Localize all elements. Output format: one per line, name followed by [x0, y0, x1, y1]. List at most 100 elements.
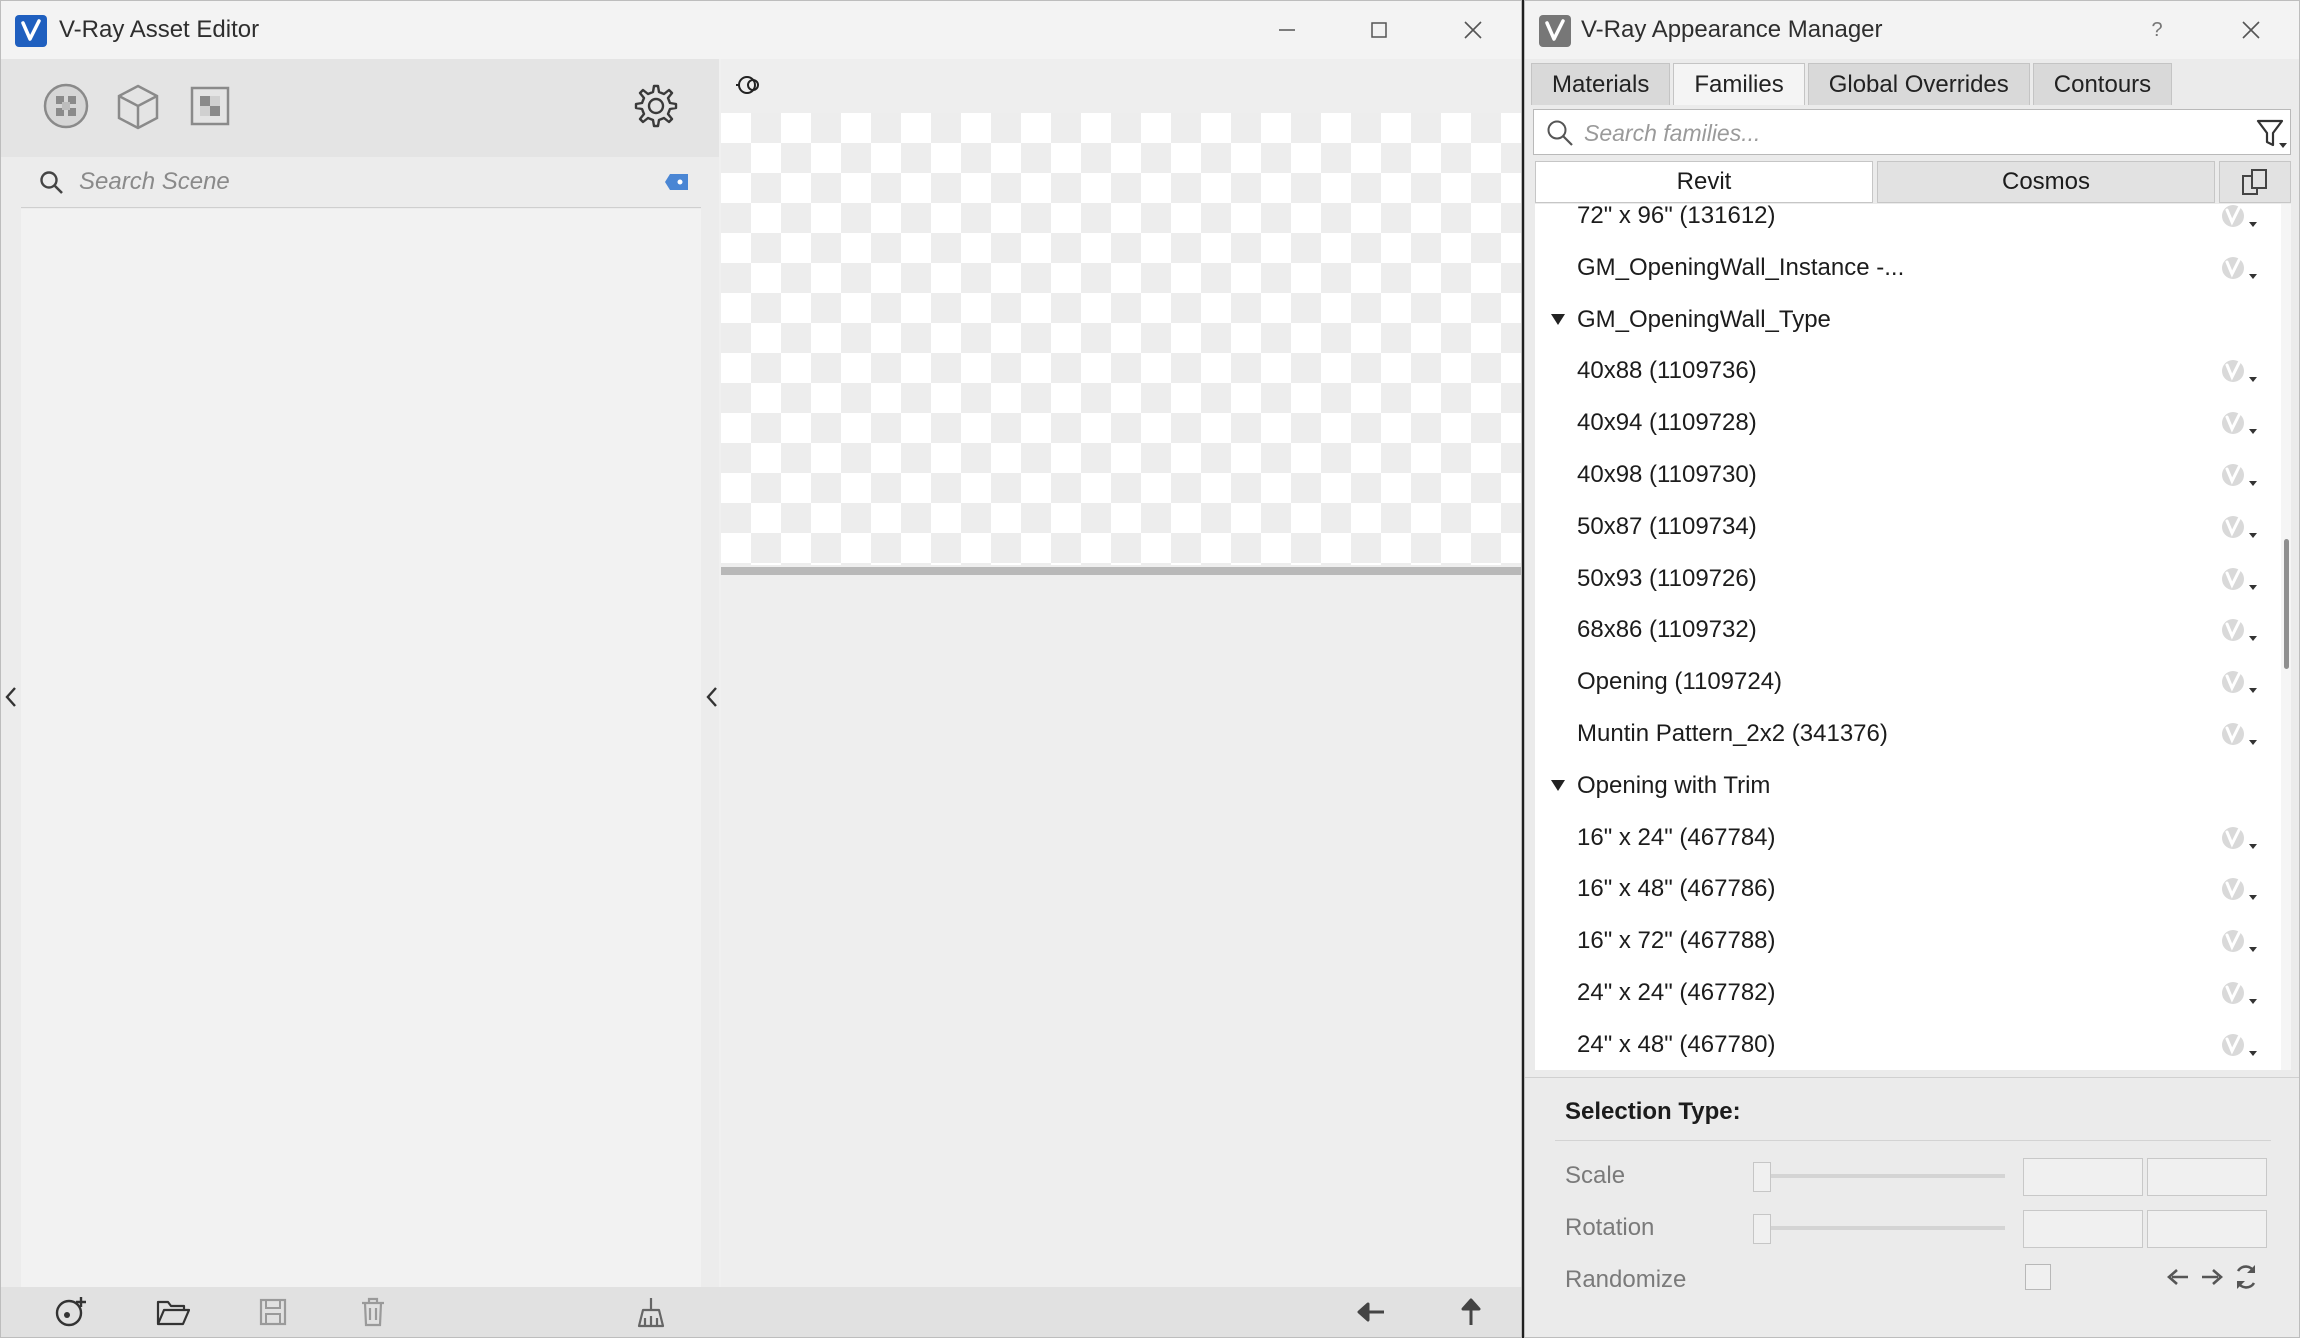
tab-materials[interactable]: Materials	[1531, 63, 1671, 105]
asset-editor-title: V-Ray Asset Editor	[59, 16, 260, 43]
textures-icon[interactable]	[183, 79, 237, 133]
close-button[interactable]	[1453, 11, 1493, 49]
save-icon[interactable]	[255, 1295, 291, 1329]
materials-sphere-icon[interactable]	[39, 79, 93, 133]
tree-item-row[interactable]: 50x93 (1109726)	[1535, 555, 2281, 603]
preview-render-icon[interactable]	[735, 71, 763, 99]
minimize-button[interactable]	[1267, 11, 1307, 49]
families-search-input[interactable]: Search families...	[1533, 109, 2291, 155]
vray-material-dropdown-icon[interactable]	[2219, 668, 2259, 698]
asset-editor-titlebar[interactable]: V-Ray Asset Editor	[1, 1, 1521, 59]
asset-category-toolbar	[1, 59, 719, 157]
open-folder-icon[interactable]	[155, 1295, 191, 1329]
scale-label: Scale	[1565, 1162, 1626, 1189]
filter-funnel-icon[interactable]	[2256, 118, 2290, 150]
vray-material-dropdown-icon[interactable]	[2219, 409, 2259, 439]
vray-material-dropdown-icon[interactable]	[2219, 254, 2259, 284]
tree-item-label: 50x87 (1109734)	[1577, 513, 1757, 540]
create-asset-icon[interactable]	[53, 1295, 89, 1329]
rotation-min-input[interactable]	[2023, 1210, 2143, 1248]
appearance-manager-titlebar[interactable]: V-Ray Appearance Manager ?	[1525, 1, 2299, 59]
tree-group-row[interactable]: Opening with Trim	[1535, 762, 2281, 810]
subtab-cosmos[interactable]: Cosmos	[1877, 161, 2215, 203]
tree-item-row[interactable]: GM_OpeningWall_Instance -...	[1535, 244, 2281, 292]
scale-max-input[interactable]	[2147, 1158, 2267, 1196]
selection-type-title: Selection Type:	[1565, 1098, 1741, 1125]
vray-material-dropdown-icon[interactable]	[2219, 824, 2259, 854]
tree-group-row[interactable]: GM_OpeningWall_Type	[1535, 296, 2281, 344]
tree-item-label: 72" x 96" (131612)	[1577, 204, 1776, 229]
rotation-slider-thumb[interactable]	[1753, 1214, 1771, 1244]
search-scene-placeholder: Search Scene	[79, 168, 230, 195]
previous-arrow-icon[interactable]	[2163, 1262, 2193, 1292]
refresh-icon[interactable]	[2231, 1262, 2261, 1292]
delete-trash-icon[interactable]	[355, 1295, 391, 1329]
tree-item-label: 16" x 48" (467786)	[1577, 875, 1776, 902]
vray-material-dropdown-icon[interactable]	[2219, 927, 2259, 957]
tab-families[interactable]: Families	[1673, 63, 1805, 105]
families-tree[interactable]: 72" x 96" (131612) GM_OpeningWall_Instanc…	[1535, 204, 2281, 1070]
tree-item-label: 40x88 (1109736)	[1577, 357, 1757, 384]
tag-filter-icon[interactable]	[664, 173, 690, 191]
purge-broom-icon[interactable]	[633, 1295, 669, 1329]
vray-material-dropdown-icon[interactable]	[2219, 461, 2259, 491]
vray-material-dropdown-icon[interactable]	[2219, 1031, 2259, 1061]
tree-item-label: 68x86 (1109732)	[1577, 616, 1757, 643]
scale-min-input[interactable]	[2023, 1158, 2143, 1196]
vray-material-dropdown-icon[interactable]	[2219, 616, 2259, 646]
families-search-placeholder: Search families...	[1584, 120, 1761, 146]
tab-contours[interactable]: Contours	[2032, 63, 2173, 105]
scale-slider-thumb[interactable]	[1753, 1162, 1771, 1192]
tree-item-row[interactable]: 40x98 (1109730)	[1535, 451, 2281, 499]
vray-material-dropdown-icon[interactable]	[2219, 720, 2259, 750]
tree-item-row[interactable]: 72" x 96" (131612)	[1535, 204, 2281, 240]
vray-material-dropdown-icon[interactable]	[2219, 565, 2259, 595]
scene-asset-list[interactable]	[21, 209, 701, 1289]
next-arrow-icon[interactable]	[2197, 1262, 2227, 1292]
expand-caret-icon[interactable]	[1551, 314, 1565, 325]
vray-material-dropdown-icon[interactable]	[2219, 357, 2259, 387]
tree-item-row[interactable]: 24" x 24" (467782)	[1535, 969, 2281, 1017]
panel-splitter[interactable]	[721, 567, 1521, 575]
collapse-list-icon[interactable]	[702, 677, 722, 717]
scrollbar-thumb[interactable]	[2284, 539, 2289, 669]
tree-item-label: 24" x 48" (467780)	[1577, 1031, 1776, 1058]
scale-slider-track[interactable]	[1755, 1174, 2005, 1178]
rotation-slider-track[interactable]	[1755, 1226, 2005, 1230]
tree-item-row[interactable]: 40x94 (1109728)	[1535, 399, 2281, 447]
tree-item-row[interactable]: 50x87 (1109734)	[1535, 503, 2281, 551]
tree-item-row[interactable]: Opening (1109724)	[1535, 658, 2281, 706]
vray-material-dropdown-icon[interactable]	[2219, 875, 2259, 905]
import-arrow-icon[interactable]	[1353, 1295, 1389, 1329]
randomize-checkbox[interactable]	[2025, 1264, 2051, 1290]
divider	[1555, 1140, 2271, 1141]
rotation-label: Rotation	[1565, 1214, 1655, 1241]
export-arrow-icon[interactable]	[1453, 1295, 1489, 1329]
vray-material-dropdown-icon[interactable]	[2219, 979, 2259, 1009]
settings-gear-icon[interactable]	[627, 79, 681, 133]
tree-item-row[interactable]: 16" x 24" (467784)	[1535, 814, 2281, 862]
geometry-cube-icon[interactable]	[111, 79, 165, 133]
vray-material-dropdown-icon[interactable]	[2219, 513, 2259, 543]
tree-item-row[interactable]: 24" x 48" (467780)	[1535, 1021, 2281, 1069]
tab-global-overrides[interactable]: Global Overrides	[1807, 63, 2030, 105]
close-button[interactable]	[2231, 11, 2271, 49]
rotation-max-input[interactable]	[2147, 1210, 2267, 1248]
collapse-left-icon[interactable]	[1, 677, 21, 717]
tree-item-label: 24" x 24" (467782)	[1577, 979, 1776, 1006]
tree-item-label: GM_OpeningWall_Type	[1577, 306, 1831, 333]
tree-item-row[interactable]: Muntin Pattern_2x2 (341376)	[1535, 710, 2281, 758]
scene-search-bar[interactable]: Search Scene	[21, 157, 701, 208]
subtab-revit[interactable]: Revit	[1535, 161, 1873, 203]
copy-layout-icon[interactable]	[2219, 161, 2291, 203]
tree-item-row[interactable]: 16" x 72" (467788)	[1535, 917, 2281, 965]
vray-material-dropdown-icon[interactable]	[2219, 204, 2259, 232]
search-icon	[39, 170, 65, 196]
tree-item-row[interactable]: 16" x 48" (467786)	[1535, 865, 2281, 913]
expand-caret-icon[interactable]	[1551, 780, 1565, 791]
families-scrollbar[interactable]	[2281, 204, 2291, 1070]
help-button[interactable]: ?	[2137, 11, 2177, 49]
maximize-button[interactable]	[1359, 11, 1399, 49]
tree-item-row[interactable]: 40x88 (1109736)	[1535, 347, 2281, 395]
tree-item-row[interactable]: 68x86 (1109732)	[1535, 606, 2281, 654]
